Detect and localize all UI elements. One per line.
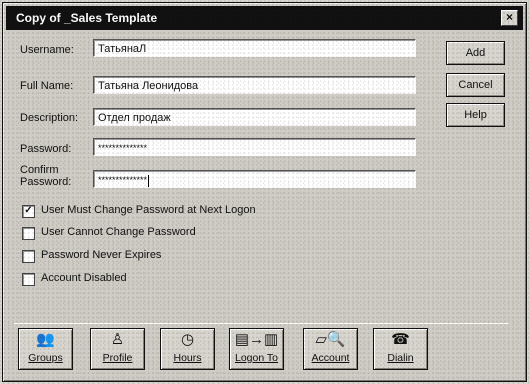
full-name-label: Full Name: [20,80,74,92]
dialog-title-bar[interactable]: Copy of _Sales Template × [6,6,523,30]
description-label: Description: [20,112,79,124]
clock-icon: ◷ [180,331,195,348]
checkbox-label[interactable]: Password Never Expires [41,249,161,261]
description-field[interactable]: Отдел продаж [93,108,416,126]
password-field[interactable]: ************** [93,138,416,156]
groups-button[interactable]: 👥 Groups [18,328,73,370]
help-button[interactable]: Help [446,103,505,127]
logon-to-label: Logon To [234,352,278,364]
account-icon: ▱🔍 [315,331,346,348]
confirm-password-value: ************** [98,175,148,185]
bottom-button-panel: 👥 Groups ♙ Profile ◷ Hours ▤→▥ Logon To … [14,323,509,372]
logon-to-button[interactable]: ▤→▥ Logon To [229,328,284,370]
profile-button[interactable]: ♙ Profile [90,328,145,370]
password-label: Password: [20,143,72,155]
checkbox-label[interactable]: User Cannot Change Password [41,226,196,238]
username-label: Username: [20,44,74,56]
checkbox-label[interactable]: Account Disabled [41,272,127,284]
groups-label: Groups [28,352,63,364]
text-cursor [148,174,150,187]
confirm-password-field[interactable]: ************** [93,170,416,188]
checkbox-box[interactable] [22,273,35,286]
dialog-title: Copy of _Sales Template [16,11,158,25]
checkbox-label[interactable]: User Must Change Password at Next Logon [41,204,256,216]
checkbox-box[interactable]: ✓ [22,205,35,218]
dialin-label: Dialin [387,352,414,364]
close-icon: × [505,10,513,24]
username-field[interactable]: ТатьянаЛ [93,39,416,57]
account-button[interactable]: ▱🔍 Account [303,328,358,370]
logon-to-icon: ▤→▥ [234,331,279,348]
profile-icon: ♙ [110,331,125,348]
close-button[interactable]: × [501,10,518,26]
account-label: Account [311,352,350,364]
checkbox-box[interactable] [22,250,35,263]
cancel-button[interactable]: Cancel [446,73,505,97]
hours-label: Hours [173,352,202,364]
add-button[interactable]: Add [446,41,505,65]
profile-label: Profile [102,352,133,364]
full-name-field[interactable]: Татьяна Леонидова [93,76,416,94]
hours-button[interactable]: ◷ Hours [160,328,215,370]
checkbox-box[interactable] [22,227,35,240]
groups-icon: 👥 [36,331,55,348]
dialin-icon: ☎ [391,331,410,348]
dialin-button[interactable]: ☎ Dialin [373,328,428,370]
confirm-password-label: Confirm Password: [20,164,72,188]
